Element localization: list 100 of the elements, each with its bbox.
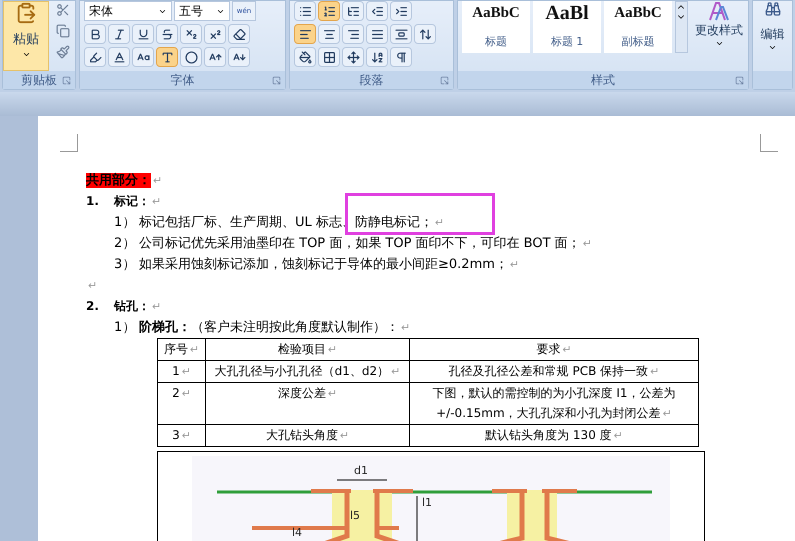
toolbar-button[interactable] <box>390 24 412 44</box>
dialog-launcher-icon[interactable] <box>735 76 744 85</box>
toolbar-button[interactable] <box>108 24 130 44</box>
paintbrush-icon <box>56 45 70 59</box>
gallery-scrollbar[interactable] <box>675 1 688 53</box>
toolbar-button[interactable] <box>156 24 178 44</box>
toolbar-button[interactable] <box>390 1 412 21</box>
strikethrough-icon <box>160 28 174 40</box>
toolbar-button[interactable] <box>366 47 388 67</box>
toolbar-button[interactable] <box>180 47 202 67</box>
toolbar-button[interactable] <box>228 24 250 44</box>
paragraph-mark: ↵ <box>510 257 520 273</box>
editing-button[interactable]: 编辑 <box>757 1 788 52</box>
list-number: 2. <box>86 298 100 315</box>
toolbar-button[interactable] <box>318 1 340 21</box>
font-size-field[interactable]: 五号 <box>174 1 230 21</box>
copy-icon <box>56 24 70 38</box>
toolbar-button[interactable] <box>84 24 106 44</box>
distribute-icon <box>394 28 408 40</box>
crop-mark <box>760 134 778 152</box>
align-left-icon <box>298 28 312 40</box>
toolbar-button[interactable] <box>156 47 178 67</box>
dialog-launcher-icon[interactable] <box>62 76 71 85</box>
paragraph-mark: ↵ <box>190 343 200 356</box>
toolbar-button[interactable] <box>414 24 436 44</box>
toolbar-button[interactable] <box>108 47 130 67</box>
toolbar-button[interactable] <box>390 47 412 67</box>
list-number: 1. <box>86 193 100 210</box>
group-label: 样式 <box>591 72 615 89</box>
group-label: 字体 <box>170 72 194 89</box>
paragraph-mark: ↵ <box>662 407 672 420</box>
toolbar-button[interactable] <box>132 47 154 67</box>
toolbar-button[interactable] <box>228 47 250 67</box>
toolbar-button[interactable] <box>342 47 364 67</box>
table-cell: 3 ↵ <box>158 424 206 446</box>
style-gallery-item[interactable]: AaBl 标题 1 <box>533 1 601 53</box>
caret-icon <box>768 43 777 52</box>
borders-icon <box>322 50 336 64</box>
list-number: 2） <box>114 235 136 253</box>
paragraph-mark: ↵ <box>434 215 444 231</box>
toolbar-button[interactable] <box>84 47 106 67</box>
scissors-icon <box>56 3 70 17</box>
highlighter-icon <box>88 50 102 64</box>
paragraph-mark: ↵ <box>340 429 350 442</box>
multilevel-list-icon <box>346 4 360 18</box>
clipboard-icon <box>15 2 37 24</box>
change-styles-button[interactable]: 更改样式 <box>691 1 743 53</box>
dimension-label: l1 <box>422 496 432 509</box>
list-heading: 钻孔： <box>114 298 150 315</box>
paragraph-mark: ↵ <box>153 174 162 187</box>
paragraph-mark: ↵ <box>182 387 191 400</box>
font-name-field[interactable]: 宋体 <box>84 1 172 21</box>
toolbar-button[interactable] <box>294 24 316 44</box>
paragraph-mark: ↵ <box>152 299 162 315</box>
toolbar-button[interactable] <box>204 24 226 44</box>
toolbar-button[interactable] <box>366 24 388 44</box>
paragraph-mark: ↵ <box>650 365 660 378</box>
paragraph-mark: ↵ <box>391 365 400 378</box>
table-cell: 大孔孔径与小孔孔径（d1、d2） ↵ <box>206 360 410 382</box>
dialog-launcher-icon[interactable] <box>272 76 281 85</box>
styles-icon <box>708 1 730 21</box>
paragraph-mark: ↵ <box>401 320 410 336</box>
dimension-label: d1 <box>354 464 368 477</box>
paste-button[interactable]: 粘贴 <box>3 1 49 71</box>
style-gallery-item[interactable]: AaBbC 副标题 <box>604 1 672 53</box>
bold-icon <box>88 28 102 40</box>
item-heading: 阶梯孔： <box>139 319 191 337</box>
paragraph-mark: ↵ <box>582 236 592 252</box>
paragraph-mark: ↵ <box>88 279 98 292</box>
toolbar-button[interactable] <box>318 47 340 67</box>
style-gallery-item[interactable]: AaBbC 标题 <box>462 1 530 53</box>
table-cell: 默认钻头角度为 130 度 ↵ <box>410 424 698 446</box>
pilcrow-icon <box>394 50 408 64</box>
italic-icon <box>112 28 126 40</box>
font-color-icon <box>112 50 126 64</box>
toolbar-button[interactable] <box>366 1 388 21</box>
toolbar-button[interactable] <box>180 24 202 44</box>
paragraph-mark: ↵ <box>328 343 338 356</box>
binoculars-icon <box>764 1 780 17</box>
toolbar-button[interactable] <box>294 1 316 21</box>
bullets-icon <box>298 4 312 18</box>
line-spacing-icon <box>418 28 432 40</box>
align-center-icon <box>322 28 336 40</box>
toolbar-button[interactable] <box>132 24 154 44</box>
toolbar-button[interactable] <box>204 47 226 67</box>
eraser-icon <box>232 28 246 40</box>
toolbar-button[interactable] <box>342 24 364 44</box>
dialog-launcher-icon[interactable] <box>440 76 449 85</box>
list-heading: 标记： <box>114 193 150 210</box>
paragraph-mark: ↵ <box>182 429 191 442</box>
toolbar-button[interactable] <box>294 47 316 67</box>
toolbar-button[interactable] <box>342 1 364 21</box>
table-header: 检验项目 ↵ <box>206 338 410 360</box>
table-cell: 深度公差 ↵ <box>206 382 410 424</box>
shrink-font-icon <box>232 50 246 64</box>
section-heading: 共用部分： <box>86 173 151 188</box>
increase-indent-icon <box>394 4 408 18</box>
paragraph-mark: ↵ <box>182 365 191 378</box>
table-cell: 大孔钻头角度 ↵ <box>206 424 410 446</box>
toolbar-button[interactable] <box>318 24 340 44</box>
